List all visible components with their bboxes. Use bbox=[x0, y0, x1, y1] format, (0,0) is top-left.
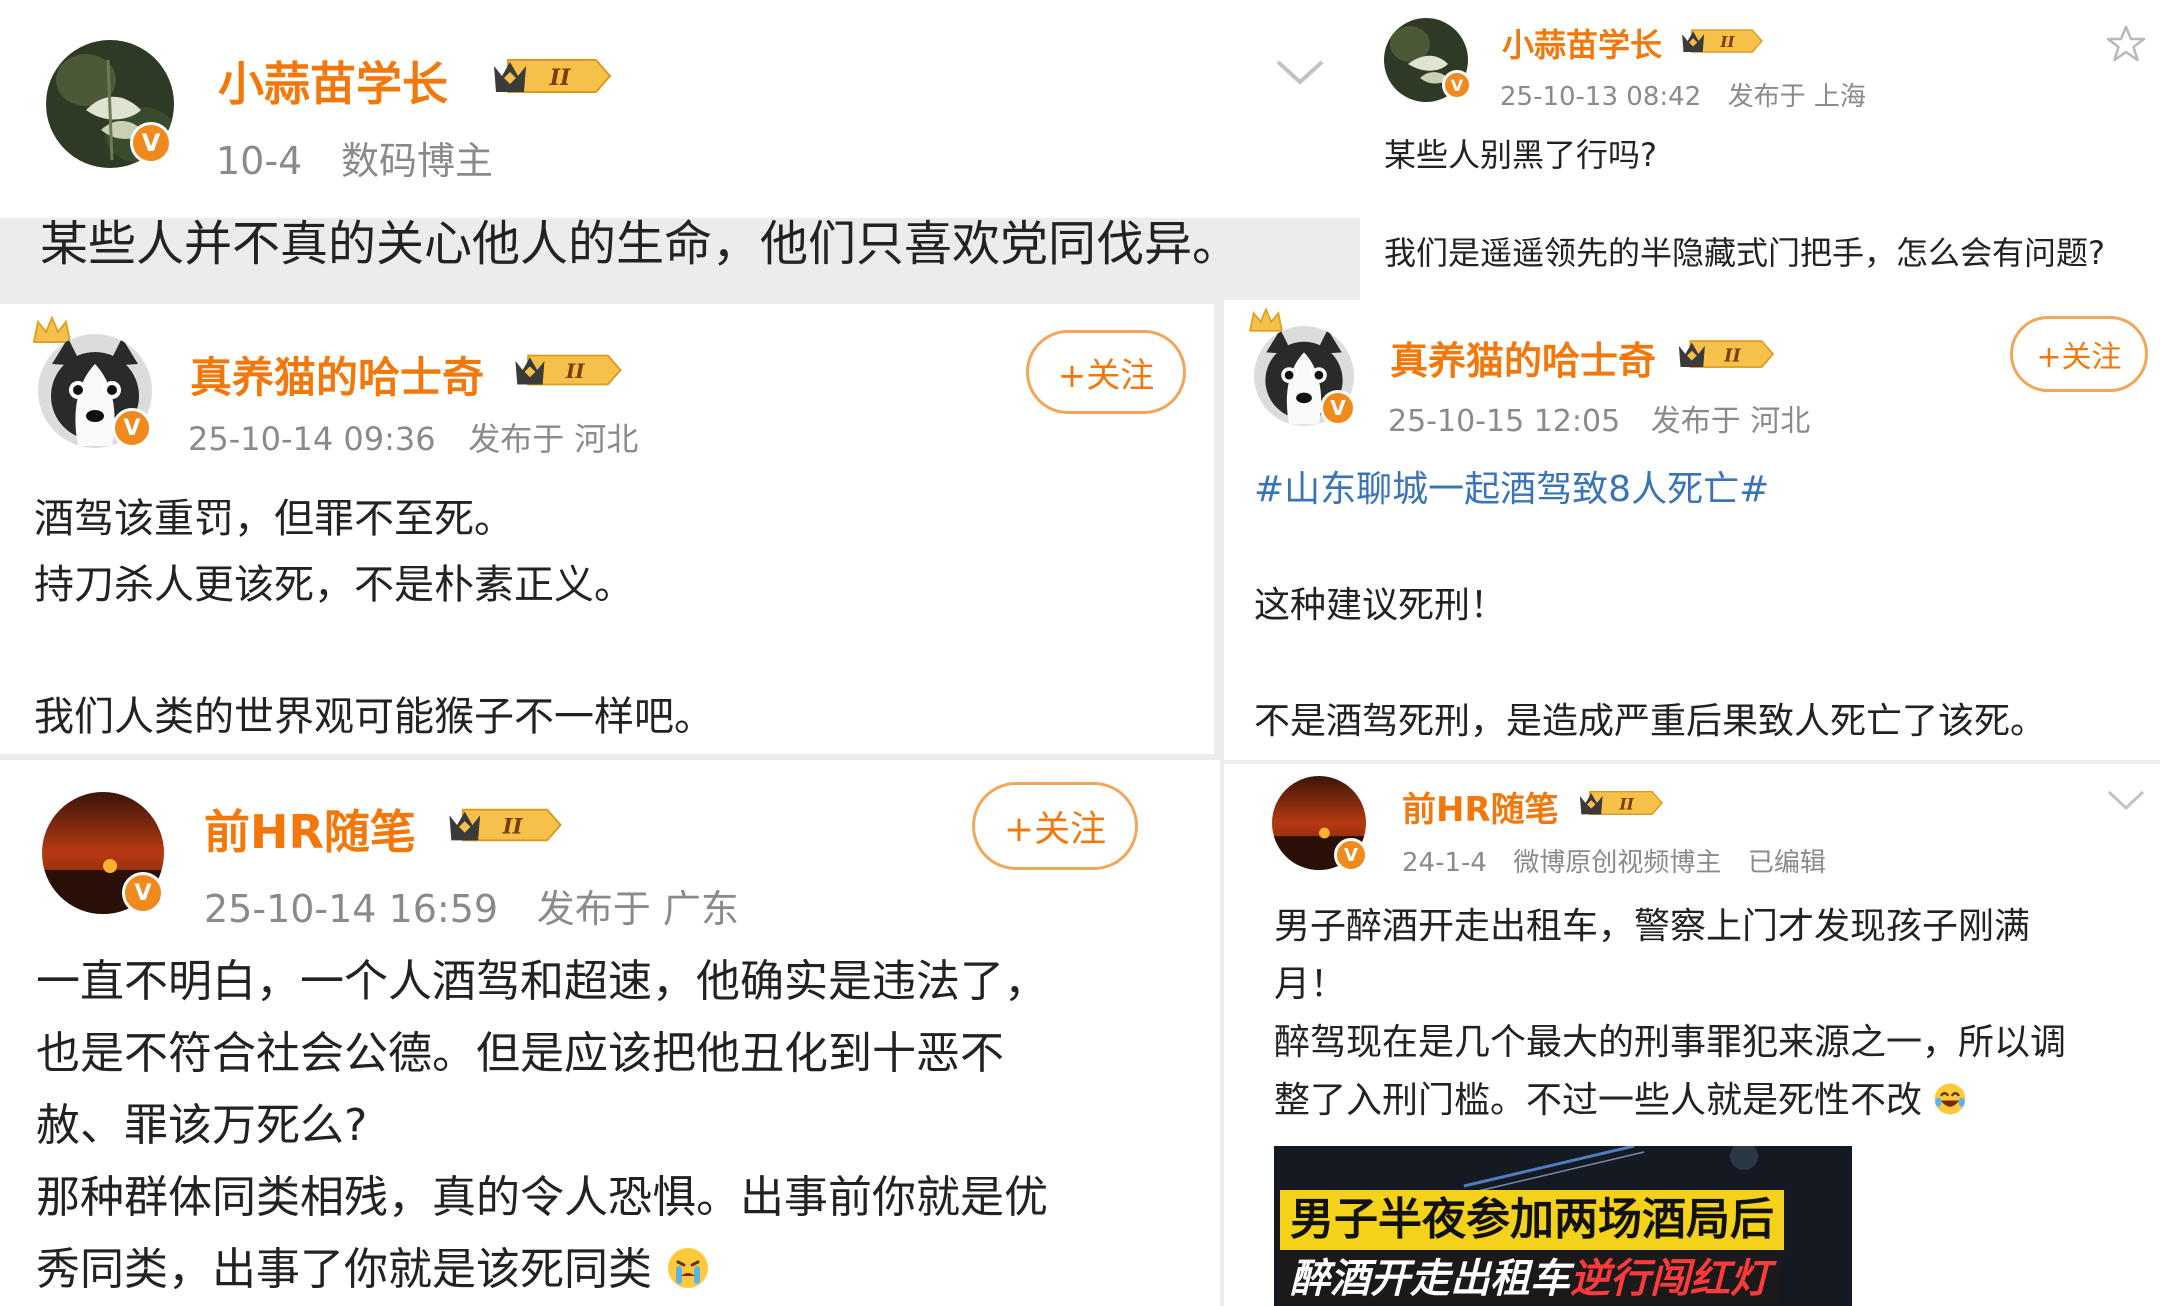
post-date: 25-10-13 08:42 bbox=[1500, 82, 1702, 112]
post-line: 某些人别黑了行吗? bbox=[1384, 136, 1657, 174]
post-text: 一直不明白，一个人酒驾和超速，他确实是违法了， 也是不符合社会公德。但是应该把他… bbox=[36, 946, 1048, 1306]
post-meta: 25-10-14 09:36 发布于 河北 bbox=[188, 414, 638, 460]
video-thumbnail[interactable]: 男子半夜参加两场酒局后 醉酒开走出租车逆行闯红灯 bbox=[1274, 1146, 1852, 1306]
verified-v-icon: V bbox=[1442, 70, 1472, 100]
post-card: V 小蒜苗学长 II 10-4 数码博主 bbox=[0, 0, 1360, 218]
post-line: 整了入刑门槛。不过一些人就是死性不改 bbox=[1274, 1080, 1923, 1121]
post-location: 发布于 广东 bbox=[536, 887, 739, 931]
post-text: 男子醉酒开走出租车，警察上门才发现孩子刚满 月！ 醉驾现在是几个最大的刑事罪犯来… bbox=[1274, 898, 2066, 1130]
post-meta: 25-10-14 16:59 发布于 广东 bbox=[204, 878, 739, 933]
post-date: 10-4 bbox=[216, 139, 303, 183]
follow-button[interactable]: +关注 bbox=[2010, 316, 2148, 392]
post-card: V 真养猫的哈士奇 II 25-10-15 12:05 发布于 河北 +关注 #… bbox=[1224, 300, 2160, 760]
post-line: 男子醉酒开走出租车，警察上门才发现孩子刚满 bbox=[1274, 906, 2031, 947]
post-line: 秀同类，出事了你就是该死同类 bbox=[36, 1244, 652, 1295]
verified-v-icon: V bbox=[130, 122, 172, 164]
post-date: 24-1-4 bbox=[1402, 848, 1487, 878]
crown-level-badge-icon: II bbox=[1682, 29, 1763, 53]
username[interactable]: 小蒜苗学长 bbox=[1502, 20, 1662, 66]
username[interactable]: 真养猫的哈士奇 bbox=[190, 344, 484, 405]
post-line: 不是酒驾死刑，是造成严重后果致人死亡了该死。 bbox=[1254, 701, 2047, 742]
post-line: 持刀杀人更该死，不是朴素正义。 bbox=[34, 562, 634, 608]
post-text: 某些人并不真的关心他人的生命，他们只喜欢党同伐异。 bbox=[40, 212, 1240, 276]
user-tag: 微博原创视频博主 bbox=[1513, 848, 1722, 878]
post-line: 某些人并不真的关心他人的生命，他们只喜欢党同伐异。 bbox=[40, 216, 1241, 272]
post-location: 发布于 河北 bbox=[468, 420, 639, 458]
verified-v-icon: V bbox=[112, 408, 152, 448]
crown-level-badge-icon: II bbox=[494, 59, 612, 93]
post-card: V 小蒜苗学长 II 25-10-13 08:42 发布于 上海 某些人别黑了行… bbox=[1360, 0, 2160, 300]
star-icon[interactable] bbox=[2106, 24, 2146, 64]
svg-text:II: II bbox=[502, 814, 524, 839]
crown-level-badge-icon: II bbox=[515, 354, 622, 386]
post-card: V 真养猫的哈士奇 II 25-10-14 09:36 发布于 河北 +关注 酒… bbox=[0, 304, 1214, 754]
svg-text:II: II bbox=[1719, 33, 1735, 51]
post-location: 发布于 上海 bbox=[1727, 82, 1866, 112]
post-line: 赦、罪该万死么? bbox=[36, 1100, 368, 1151]
post-line: 这种建议死刑！ bbox=[1254, 585, 1507, 626]
crying-face-emoji-icon bbox=[668, 1248, 708, 1288]
edited-label: 已编辑 bbox=[1747, 848, 1826, 878]
verified-v-icon: V bbox=[1334, 838, 1368, 872]
follow-button[interactable]: +关注 bbox=[1026, 330, 1186, 414]
verified-v-icon: V bbox=[1320, 390, 1356, 426]
chevron-down-icon[interactable] bbox=[2106, 788, 2146, 812]
post-date: 25-10-14 16:59 bbox=[204, 887, 499, 931]
svg-text:II: II bbox=[1618, 794, 1634, 813]
post-card: V 前HR随笔 II 24-1-4 微博原创视频博主 已编辑 男子醉酒开走出租车… bbox=[1224, 764, 2160, 1306]
post-meta: 25-10-13 08:42 发布于 上海 bbox=[1500, 76, 1866, 113]
chevron-down-icon[interactable] bbox=[1274, 56, 1326, 86]
post-text: 某些人别黑了行吗? 我们是遥遥领先的半隐藏式门把手，怎么会有问题? bbox=[1384, 132, 2105, 276]
username[interactable]: 前HR随笔 bbox=[1402, 782, 1559, 831]
laughing-crying-emoji-icon bbox=[1935, 1083, 1966, 1115]
post-line: 一直不明白，一个人酒驾和超速，他确实是违法了， bbox=[36, 956, 1048, 1007]
post-date: 25-10-15 12:05 bbox=[1388, 404, 1621, 439]
crown-level-badge-icon: II bbox=[1579, 790, 1664, 816]
user-tag: 数码博主 bbox=[340, 139, 493, 183]
post-line: 我们人类的世界观可能猴子不一样吧。 bbox=[34, 694, 714, 740]
video-caption-line-1: 男子半夜参加两场酒局后 bbox=[1280, 1190, 1784, 1250]
post-meta: 10-4 数码博主 bbox=[216, 130, 493, 185]
video-caption-line-2: 醉酒开走出租车逆行闯红灯 bbox=[1280, 1254, 1780, 1304]
post-line: 那种群体同类相残，真的令人恐惧。出事前你就是优 bbox=[36, 1172, 1048, 1223]
follow-button[interactable]: +关注 bbox=[972, 782, 1138, 870]
username[interactable]: 小蒜苗学长 bbox=[218, 48, 448, 114]
post-location: 发布于 河北 bbox=[1650, 404, 1811, 439]
verified-v-icon: V bbox=[122, 872, 164, 914]
post-line: 也是不符合社会公德。但是应该把他丑化到十恶不 bbox=[36, 1028, 1004, 1079]
post-line: 月！ bbox=[1274, 964, 1347, 1005]
post-meta: 25-10-15 12:05 发布于 河北 bbox=[1388, 396, 1810, 440]
svg-text:II: II bbox=[565, 359, 585, 383]
post-text: #山东聊城一起酒驾致8人死亡# 这种建议死刑！ 不是酒驾死刑，是造成严重后果致人… bbox=[1254, 460, 2046, 752]
post-text: 酒驾该重罚，但罪不至死。 持刀杀人更该死，不是朴素正义。 我们人类的世界观可能猴… bbox=[34, 486, 714, 750]
post-card: V 前HR随笔 II 25-10-14 16:59 发布于 广东 +关注 一直不… bbox=[0, 760, 1220, 1306]
post-date: 25-10-14 09:36 bbox=[188, 420, 436, 458]
topic-hashtag-link[interactable]: #山东聊城一起酒驾致8人死亡# bbox=[1254, 460, 2046, 520]
svg-text:II: II bbox=[549, 65, 571, 91]
post-line: 醉驾现在是几个最大的刑事罪犯来源之一，所以调 bbox=[1274, 1022, 2067, 1063]
username[interactable]: 真养猫的哈士奇 bbox=[1390, 330, 1656, 385]
post-line-with-emoji: 秀同类，出事了你就是该死同类 bbox=[36, 1234, 1048, 1306]
crown-level-badge-icon: II bbox=[449, 808, 562, 842]
video-caption-white: 醉酒开走出租车 bbox=[1290, 1256, 1570, 1302]
post-line: 我们是遥遥领先的半隐藏式门把手，怎么会有问题? bbox=[1384, 234, 2105, 272]
post-line: 酒驾该重罚，但罪不至死。 bbox=[34, 496, 514, 542]
video-caption-red: 逆行闯红灯 bbox=[1570, 1256, 1770, 1302]
post-meta: 24-1-4 微博原创视频博主 已编辑 bbox=[1402, 842, 1826, 879]
post-line-with-emoji: 整了入刑门槛。不过一些人就是死性不改 bbox=[1274, 1072, 2066, 1130]
crown-level-badge-icon: II bbox=[1678, 340, 1775, 368]
svg-text:II: II bbox=[1723, 345, 1741, 366]
username[interactable]: 前HR随笔 bbox=[204, 796, 416, 862]
